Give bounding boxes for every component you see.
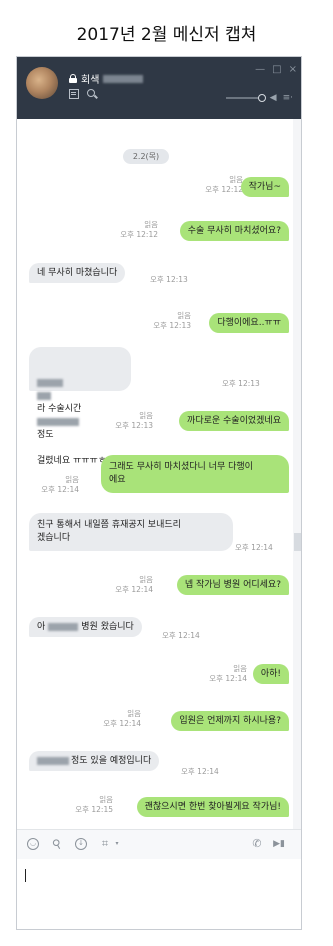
- message-bubble-out[interactable]: 작가님~: [240, 177, 289, 197]
- scrollbar-thumb[interactable]: [294, 533, 301, 551]
- attach-file-icon[interactable]: ⚲: [49, 836, 65, 853]
- chat-title: 회색: [69, 71, 144, 86]
- read-label: 읽음: [99, 795, 113, 804]
- video-call-icon[interactable]: ▶▮: [273, 838, 285, 850]
- menu-icon[interactable]: ≡·: [283, 93, 293, 103]
- message-bubble-in[interactable]: 친구 통해서 내일쯤 휴재공지 보내드리 겠습니다: [29, 513, 233, 551]
- chevron-down-icon[interactable]: ▾: [111, 838, 123, 850]
- message-meta: 읽음 오후 12:12: [205, 175, 243, 195]
- message-time: 오후 12:12: [205, 185, 243, 194]
- avatar[interactable]: [26, 67, 58, 99]
- minimize-button[interactable]: —: [255, 65, 265, 75]
- message-bubble-out[interactable]: 입원은 언제까지 하시나용?: [171, 711, 289, 731]
- message-text: 아: [37, 621, 46, 632]
- document-icon[interactable]: [69, 89, 79, 99]
- message-time: 오후 12:14: [162, 631, 200, 640]
- volume-control: ◀ ≡·: [225, 93, 293, 103]
- message-bubble-in[interactable]: 네 무사히 마쳤습니다: [29, 263, 126, 283]
- phone-icon[interactable]: ✆: [251, 838, 263, 850]
- message-bubble-out[interactable]: 아하!: [252, 664, 289, 684]
- message-meta: 읽음 오후 12:14: [103, 709, 141, 729]
- redacted-text: [48, 623, 79, 631]
- emoji-icon[interactable]: ◡: [27, 838, 39, 850]
- download-icon[interactable]: ↓: [75, 838, 87, 850]
- date-divider: 2.2(목): [123, 149, 169, 164]
- page-caption: 2017년 2월 메신저 캡쳐: [76, 25, 257, 45]
- read-label: 읽음: [65, 475, 79, 484]
- message-meta: 읽음 오후 12:15: [75, 795, 113, 815]
- message-bubble-in[interactable]: 정도 있을 예정입니다: [29, 751, 160, 771]
- message-bubble-out[interactable]: 다행이에요..ㅠㅠ: [209, 313, 289, 333]
- message-meta: 읽음 오후 12:13: [153, 311, 191, 331]
- message-time: 오후 12:14: [103, 719, 141, 728]
- title-tools: [69, 89, 95, 99]
- volume-knob[interactable]: [257, 94, 266, 102]
- read-label: 읽음: [139, 575, 153, 584]
- message-text: 병원 왔습니다: [81, 621, 134, 632]
- chat-title-text: 회색: [81, 75, 100, 86]
- redacted-text: [37, 378, 63, 387]
- message-bubble-out[interactable]: 그래도 무사히 마치셨다니 너무 다행이 에요: [101, 455, 289, 493]
- close-button[interactable]: ×: [289, 65, 297, 75]
- message-time: 오후 12:14: [235, 543, 273, 552]
- search-icon[interactable]: [87, 89, 95, 97]
- message-bubble-out[interactable]: 까다로운 수술이었겠네요: [179, 411, 289, 431]
- text-cursor: [25, 869, 26, 882]
- read-label: 읽음: [139, 411, 153, 420]
- input-toolbar: ◡ ⚲ ↓ ⌗ ▾ ✆ ▶▮: [17, 829, 301, 859]
- lock-icon: [69, 74, 77, 83]
- message-bubble-out[interactable]: 수술 무사히 마치셨어요?: [179, 221, 289, 241]
- message-time: 오후 12:14: [209, 674, 247, 683]
- read-label: 읽음: [127, 709, 141, 718]
- message-time: 오후 12:12: [120, 230, 158, 239]
- message-text: 정도: [37, 430, 54, 440]
- message-bubble-out[interactable]: 넵 작가님 병원 어디세요?: [176, 575, 289, 595]
- message-time: 오후 12:15: [75, 805, 113, 814]
- maximize-button[interactable]: □: [272, 65, 281, 75]
- message-time: 오후 12:13: [222, 379, 260, 388]
- volume-slider[interactable]: [225, 94, 266, 102]
- redacted-text: [37, 391, 51, 400]
- message-time: 오후 12:14: [181, 767, 219, 776]
- read-label: 읽음: [233, 664, 247, 673]
- window-controls: — □ ×: [255, 65, 297, 75]
- screen-capture-icon[interactable]: ⌗: [99, 838, 111, 850]
- chat-area: 2.2(목) 읽음 오후 12:12 작가님~ 읽음 오후 12:12 수술 무…: [17, 119, 301, 829]
- message-time: 오후 12:14: [41, 485, 79, 494]
- message-time: 오후 12:13: [153, 321, 191, 330]
- read-label: 읽음: [229, 175, 243, 184]
- messenger-window: 회색 — □ × ◀ ≡· 2.2(목) 읽음 오후 12:12 작가님~ 읽음: [16, 56, 302, 930]
- message-bubble-in[interactable]: 아 병원 왔습니다: [29, 617, 142, 637]
- message-text: 라 수술시간: [37, 404, 82, 414]
- message-time: 오후 12:13: [115, 421, 153, 430]
- sound-icon[interactable]: ◀: [270, 93, 277, 103]
- read-label: 읽음: [177, 311, 191, 320]
- redacted-text: [37, 417, 79, 426]
- message-bubble-in[interactable]: 라 수술시간 정도 걸렸네요 ㅠㅠㅠㅎㅎㅎ: [29, 347, 131, 466]
- message-bubble-out[interactable]: 괜찮으시면 한번 찾아뵐게요 작가님!: [136, 797, 289, 817]
- message-meta: 읽음 오후 12:13: [115, 411, 153, 431]
- message-time: 오후 12:14: [115, 585, 153, 594]
- message-meta: 읽음 오후 12:14: [41, 475, 79, 495]
- message-meta: 읽음 오후 12:14: [209, 664, 247, 684]
- redacted-text: [37, 757, 69, 765]
- redacted-name: [103, 74, 144, 83]
- title-bar: 회색 — □ × ◀ ≡·: [17, 57, 301, 119]
- chat-scrollbar[interactable]: [293, 119, 301, 829]
- message-time: 오후 12:13: [150, 275, 188, 284]
- read-label: 읽음: [144, 220, 158, 229]
- message-meta: 읽음 오후 12:12: [120, 220, 158, 240]
- message-input[interactable]: [17, 859, 301, 929]
- message-meta: 읽음 오후 12:14: [115, 575, 153, 595]
- message-text: 정도 있을 예정입니다: [71, 755, 152, 766]
